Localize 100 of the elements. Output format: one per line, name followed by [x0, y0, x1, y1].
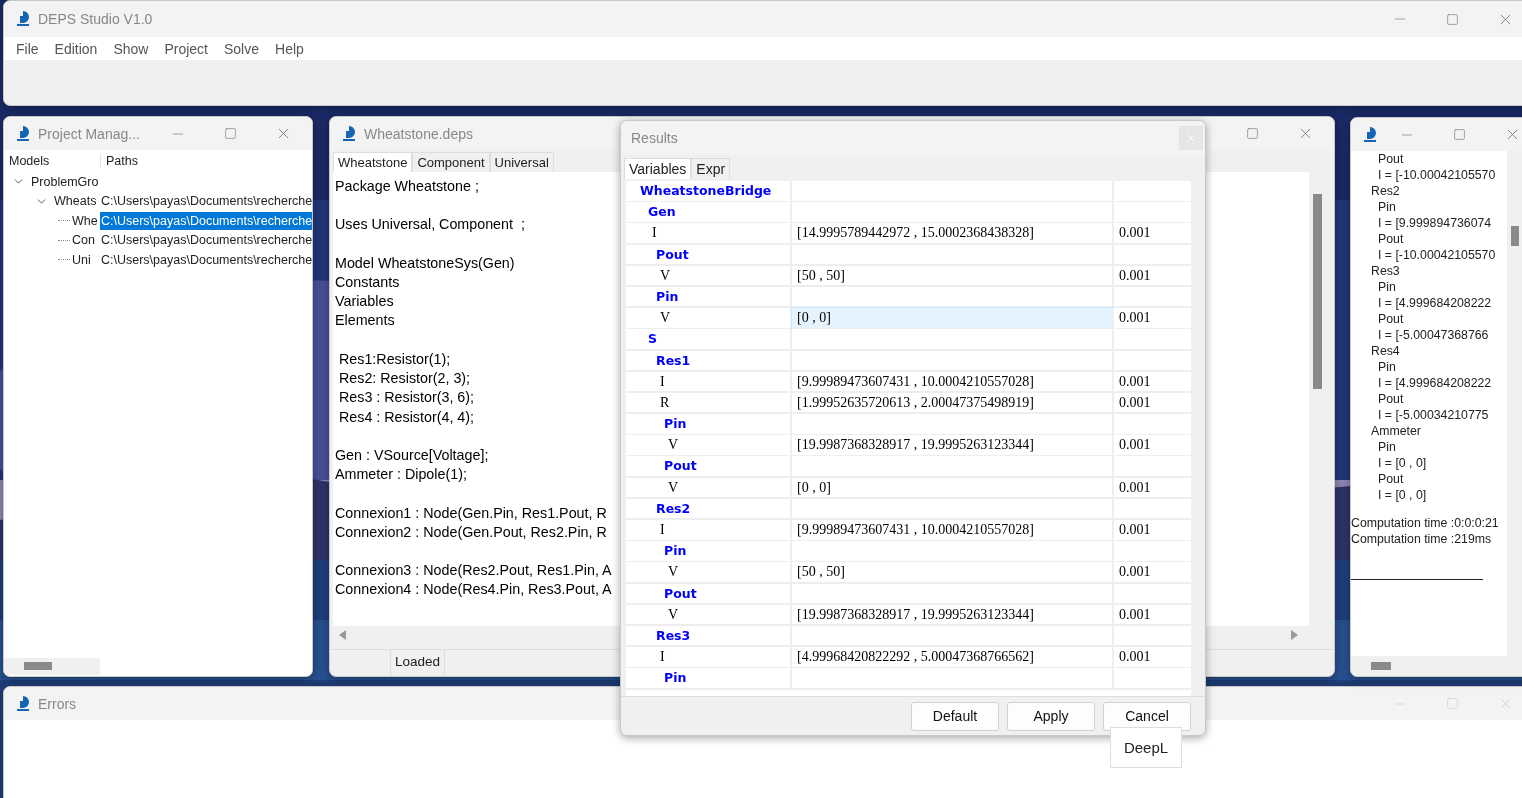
- scrollbar-thumb[interactable]: [1313, 194, 1322, 389]
- output-line: Pin: [1377, 279, 1396, 295]
- precision-cell[interactable]: 0.001: [1114, 562, 1191, 584]
- dialog-button[interactable]: Apply: [1007, 701, 1095, 731]
- code-line: Connexion1 : Node(Gen.Pin, Res1.Pout, R: [335, 503, 607, 523]
- value-cell[interactable]: [19.9987368328917 , 19.9995263123344]: [792, 604, 1114, 627]
- value-cell[interactable]: [50 , 50]: [792, 265, 1114, 288]
- variable-name: I: [626, 647, 792, 669]
- code-line: Constants: [335, 272, 400, 292]
- code-line: Connexion3 : Node(Res2.Pout, Res1.Pin, A: [335, 561, 612, 581]
- scrollbar-thumb[interactable]: [1371, 662, 1391, 670]
- precision-cell[interactable]: 0.001: [1114, 223, 1191, 245]
- scroll-right-icon[interactable]: [1290, 629, 1298, 640]
- menu-item[interactable]: Project: [156, 40, 216, 57]
- tree-line: [58, 239, 70, 241]
- value-cell[interactable]: [9.99989473607431 , 10.0004210557028]: [792, 520, 1114, 542]
- value-cell[interactable]: [19.9987368328917 , 19.9995263123344]: [792, 435, 1114, 457]
- output-line: Res2: [1370, 183, 1400, 199]
- group-name: S: [626, 329, 792, 351]
- menu-item[interactable]: Edition: [46, 40, 106, 57]
- group-name: Pin: [626, 668, 792, 690]
- tree-item[interactable]: Whe: [72, 213, 98, 228]
- output-line: Computation time :219ms: [1351, 531, 1492, 547]
- variable-name: V: [626, 265, 792, 288]
- tab[interactable]: Component: [412, 152, 490, 172]
- window-title: Errors: [38, 695, 77, 712]
- variable-name: I: [626, 223, 792, 245]
- close-icon[interactable]: [1185, 132, 1197, 144]
- group-name: Pout: [626, 583, 792, 606]
- maximize-icon[interactable]: [224, 127, 237, 140]
- tree-item[interactable]: Con: [72, 233, 95, 248]
- value-cell[interactable]: [0 , 0]: [792, 477, 1114, 500]
- tab[interactable]: Expr: [691, 158, 731, 179]
- path-cell[interactable]: C:\Users\payas\Documents\recherche: [100, 250, 312, 269]
- code-line: Elements: [335, 311, 395, 331]
- dialog-button[interactable]: Default: [911, 701, 999, 731]
- tab[interactable]: Universal: [489, 152, 554, 172]
- menu-item[interactable]: File: [8, 40, 47, 57]
- code-line: Package Wheatstone ;: [335, 177, 479, 196]
- precision-cell[interactable]: 0.001: [1114, 435, 1191, 457]
- window-title: Wheatstone.deps: [364, 125, 473, 142]
- output-line: Res3: [1370, 263, 1400, 279]
- output-line: Pout: [1377, 231, 1404, 247]
- path-cell[interactable]: C:\Users\payas\Documents\recherche: [100, 192, 312, 211]
- variable-name: I: [626, 520, 792, 542]
- tree-item[interactable]: Wheats: [54, 194, 97, 209]
- maximize-icon[interactable]: [1446, 697, 1459, 710]
- value-cell[interactable]: [50 , 50]: [792, 562, 1114, 584]
- code-line: Ammeter : Dipole(1);: [335, 465, 467, 485]
- output-line: I = [9.999894736074: [1377, 215, 1492, 231]
- code-line: Gen : VSource[Voltage];: [335, 445, 489, 465]
- output-line: Pin: [1377, 199, 1396, 215]
- app-logo-icon: [14, 124, 32, 143]
- group-name: Res2: [626, 498, 792, 521]
- value-cell[interactable]: [1.99952635720613 , 2.00047375498919]: [792, 392, 1114, 415]
- variable-name: V: [626, 604, 792, 627]
- value-cell[interactable]: [4.99968420822292 , 5.00047368766562]: [792, 647, 1114, 669]
- tree-line: [58, 220, 70, 222]
- group-name: Pin: [626, 286, 792, 309]
- code-line: Connexion2 : Node(Gen.Pout, Res2.Pin, R: [335, 522, 607, 542]
- group-name: Pin: [626, 541, 792, 563]
- tab[interactable]: Variables: [624, 158, 692, 179]
- path-cell[interactable]: C:\Users\payas\Documents\recherche: [100, 211, 312, 230]
- value-cell[interactable]: [9.99989473607431 , 10.0004210557028]: [792, 371, 1114, 394]
- output-line: Computation time :0:0:0:21: [1351, 515, 1499, 531]
- variable-name: V: [626, 562, 792, 584]
- output-line: I = [-5.00047368766: [1377, 327, 1489, 343]
- tree-item[interactable]: ProblemGro: [31, 174, 99, 189]
- group-name: WheatstoneBridge: [626, 181, 792, 203]
- scrollbar-thumb[interactable]: [1511, 226, 1519, 246]
- column-header[interactable]: Models: [4, 154, 100, 168]
- variable-name: I: [626, 371, 792, 394]
- maximize-icon[interactable]: [1453, 128, 1466, 141]
- column-header[interactable]: Paths: [100, 154, 312, 168]
- menu-item[interactable]: Show: [105, 40, 157, 57]
- tree-item[interactable]: Uni: [72, 252, 91, 267]
- group-name: Pout: [626, 456, 792, 478]
- group-name: Res1: [626, 350, 792, 372]
- value-cell[interactable]: [14.9995789442972 , 15.0002368438328]: [792, 223, 1114, 245]
- variable-name: R: [626, 392, 792, 415]
- path-cell[interactable]: C:\Users\payas\Documents\recherche: [100, 231, 312, 250]
- maximize-icon[interactable]: [1246, 127, 1259, 140]
- close-button[interactable]: [1179, 126, 1203, 150]
- scroll-left-icon[interactable]: [339, 629, 347, 640]
- value-cell[interactable]: [0 , 0]: [792, 308, 1114, 330]
- status-text: Loaded: [390, 650, 446, 676]
- tab[interactable]: Wheatstone: [333, 152, 413, 172]
- output-line: I = [0 , 0]: [1377, 487, 1427, 503]
- menu-item[interactable]: Solve: [216, 40, 267, 57]
- output-line: I = [4.999684208222: [1377, 295, 1492, 311]
- group-name: Res3: [626, 625, 792, 648]
- app-logo-icon: [14, 10, 32, 28]
- output-line: I = [4.999684208222: [1377, 375, 1492, 391]
- code-line: Res1:Resistor(1);: [337, 349, 451, 369]
- scrollbar-thumb[interactable]: [24, 662, 52, 670]
- code-line: Variables: [335, 292, 394, 312]
- menu-item[interactable]: Help: [267, 40, 312, 57]
- tree-line: [58, 259, 70, 261]
- maximize-icon[interactable]: [1446, 12, 1459, 26]
- variable-name: V: [626, 308, 792, 330]
